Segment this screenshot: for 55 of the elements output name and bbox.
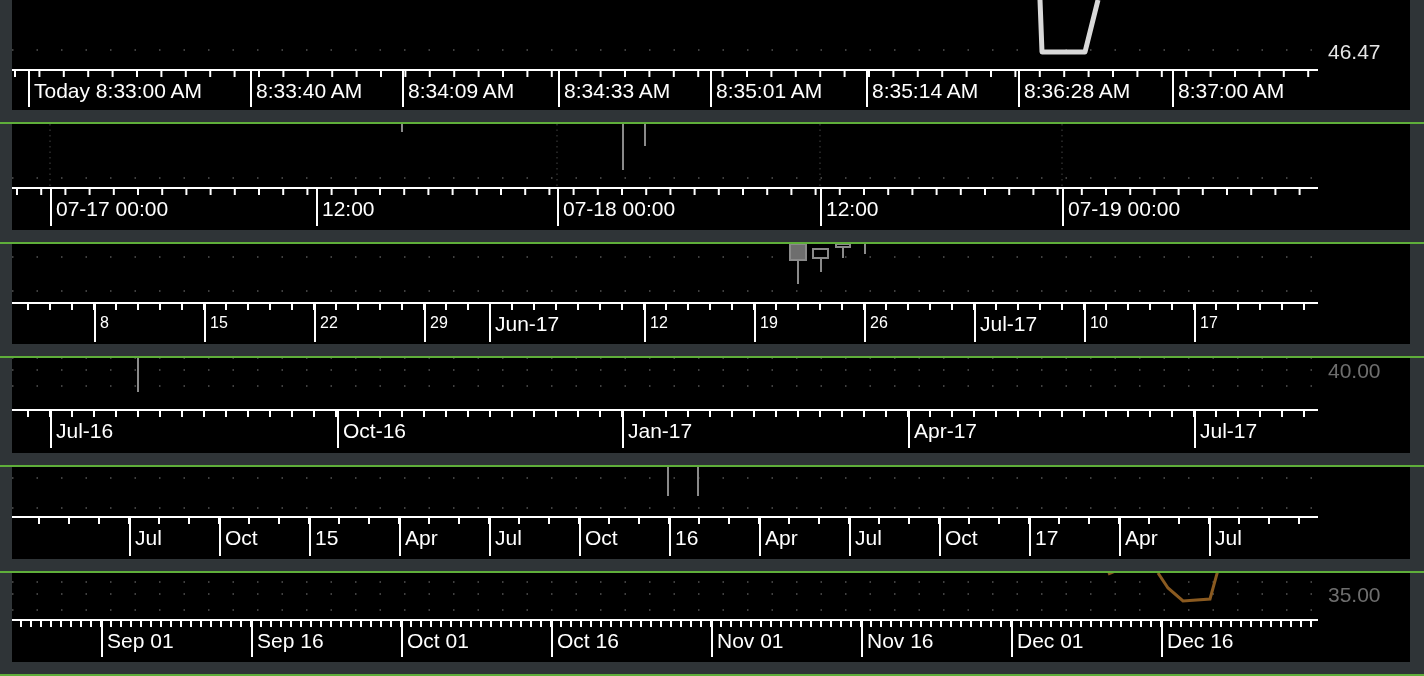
axis-label: Nov 16 <box>861 620 934 657</box>
axis-label: Jul <box>129 517 162 556</box>
price-label: 46.47 <box>1328 41 1381 62</box>
axis-label: 8:34:33 AM <box>558 70 671 107</box>
axis-label: Sep 16 <box>251 620 324 657</box>
axis-label: Jul-17 <box>974 303 1038 342</box>
axis-label: Oct 01 <box>401 620 469 657</box>
axis-label: 12 <box>644 303 668 342</box>
axis-label: Oct <box>219 517 258 556</box>
axis-label: Oct <box>939 517 978 556</box>
axis-label: Apr <box>1119 517 1158 556</box>
axis-label: 07-19 00:00 <box>1062 188 1181 226</box>
axis-label: 8:36:28 AM <box>1018 70 1131 107</box>
axis-label: 15 <box>204 303 228 342</box>
axis-label: 8:34:09 AM <box>402 70 515 107</box>
axis-label: 19 <box>754 303 778 342</box>
axis-label: Dec 01 <box>1011 620 1084 657</box>
axis-label: 8:35:14 AM <box>866 70 979 107</box>
axis-label: 17 <box>1194 303 1218 342</box>
axis-label: 07-17 00:00 <box>50 188 169 226</box>
axis-label: 8 <box>94 303 109 342</box>
price-label: 40.00 <box>1328 360 1381 381</box>
axis-label: 12:00 <box>316 188 375 226</box>
axis-label: Jul <box>489 517 522 556</box>
axis-label: Apr <box>759 517 798 556</box>
axis-label: 26 <box>864 303 888 342</box>
axis-label: Apr <box>399 517 438 556</box>
axis-label: Jul-17 <box>1194 410 1258 448</box>
axis-label: 12:00 <box>820 188 879 226</box>
axis-label: Oct 16 <box>551 620 619 657</box>
axis-label: Jul-16 <box>50 410 114 448</box>
axis-label: 8:33:40 AM <box>250 70 363 107</box>
axis-label: Jul <box>849 517 882 556</box>
axis-label: 8:35:01 AM <box>710 70 823 107</box>
price-line-drawing <box>1037 0 1101 55</box>
axis-label: Oct <box>579 517 618 556</box>
axis-label: 17 <box>1029 517 1059 556</box>
axis-label: 15 <box>309 517 339 556</box>
axis-label: Jan-17 <box>622 410 693 448</box>
axis-label: 22 <box>314 303 338 342</box>
axis-label: 16 <box>669 517 699 556</box>
price-label: 35.00 <box>1328 584 1381 605</box>
axis-label: Today 8:33:00 AM <box>28 70 203 107</box>
axis-label: Nov 01 <box>711 620 784 657</box>
axis-label: Sep 01 <box>101 620 174 657</box>
axis-label: 29 <box>424 303 448 342</box>
axis-label: Oct-16 <box>337 410 407 448</box>
axis-label: 10 <box>1084 303 1108 342</box>
axis-label: 07-18 00:00 <box>557 188 676 226</box>
axis-label: Apr-17 <box>908 410 978 448</box>
axis-label: Jul <box>1209 517 1242 556</box>
axis-label: Jun-17 <box>489 303 560 342</box>
volume-bars-drawing <box>667 467 699 497</box>
axis-label: Dec 16 <box>1161 620 1234 657</box>
axis-label: 8:37:00 AM <box>1172 70 1285 107</box>
